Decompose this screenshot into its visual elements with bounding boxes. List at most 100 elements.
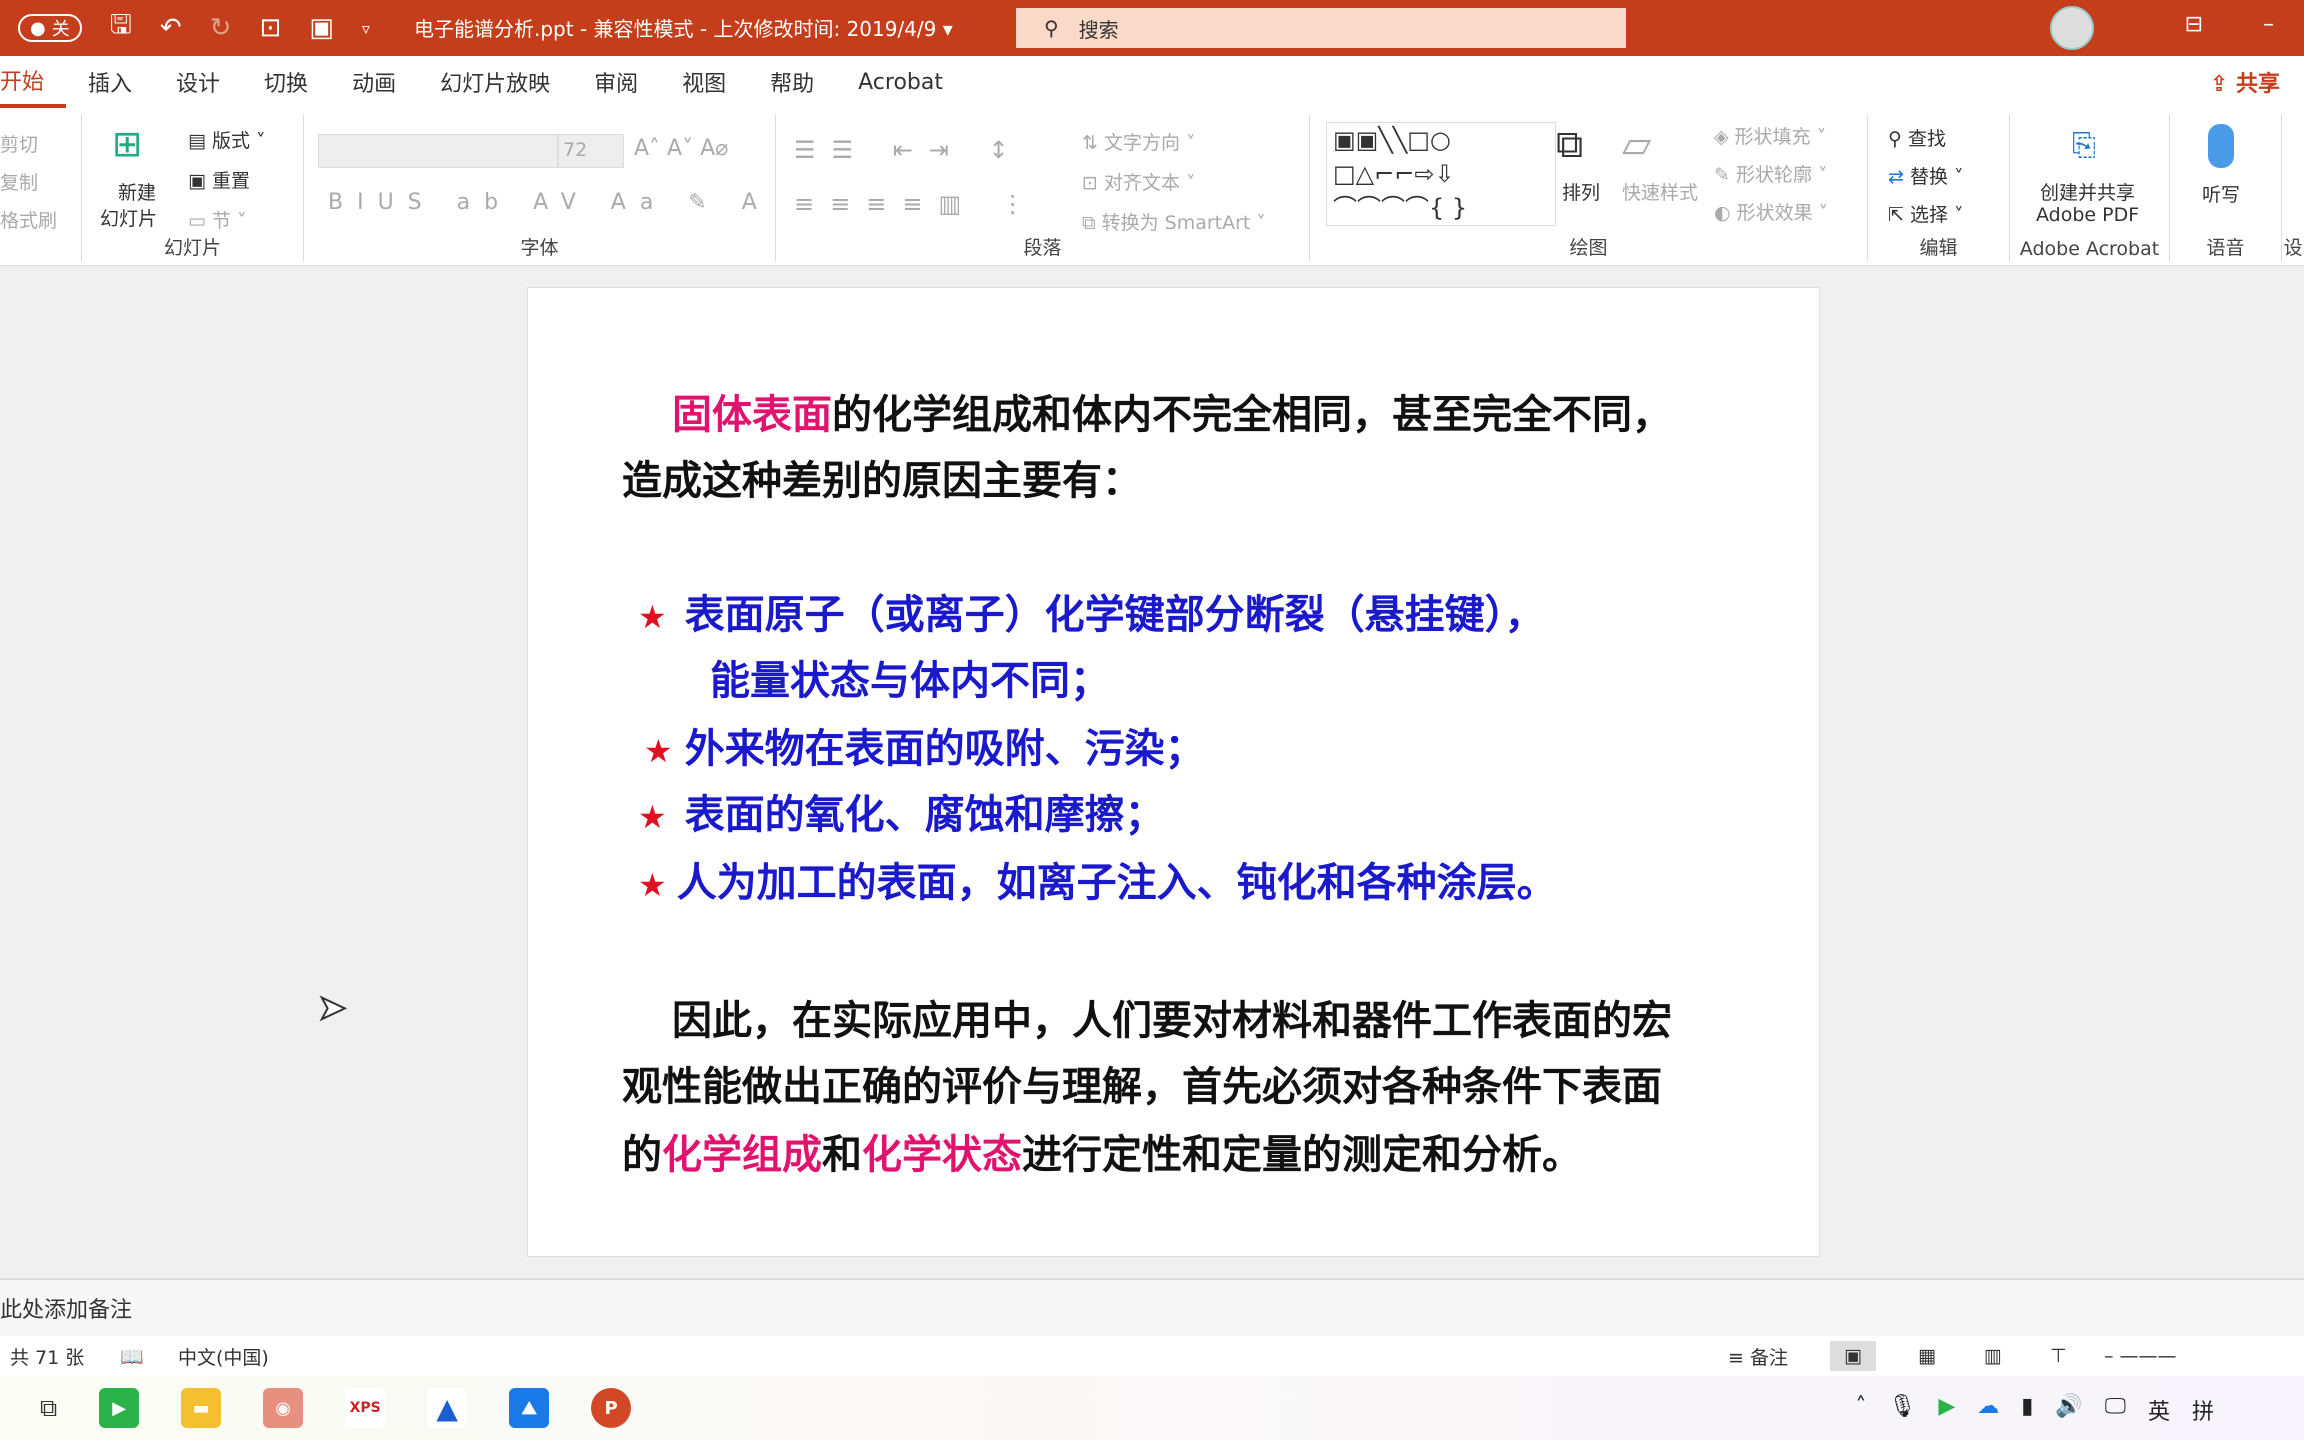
network-icon[interactable]: 🖵 — [2105, 1394, 2126, 1426]
tab-transitions[interactable]: 切换 — [242, 56, 330, 108]
bullet-text: 表面原子（或离子）化学键部分断裂（悬挂键）， — [684, 592, 1545, 638]
tab-review[interactable]: 审阅 — [572, 56, 660, 108]
arrange-button[interactable]: 排列 — [1562, 178, 1600, 205]
status-bar: 张，共 71 张 📖 中文(中国) ≡ 备注 ▣ ▦ ▥ ⊤ – ——— — [0, 1336, 2304, 1376]
photos-icon[interactable]: ⛰ — [509, 1388, 550, 1428]
ribbon: 剪切 复制 格式刷 ⊞ 新建 幻灯片 ▤ 版式 ˅ ▣ 重置 ▭ 节 ˅ 幻灯片… — [0, 108, 2304, 266]
avatar[interactable] — [2050, 6, 2094, 50]
volume-icon[interactable]: 🔊 — [2055, 1394, 2082, 1426]
task-view-icon[interactable]: ⧉ — [40, 1394, 57, 1422]
ime-language[interactable]: 英 — [2148, 1394, 2170, 1426]
star-icon: ★ — [638, 798, 667, 836]
new-slide-icon: ⊞ — [112, 124, 143, 165]
new-slide-label[interactable]: 新建 — [118, 178, 156, 205]
save-icon[interactable]: 🖫 — [110, 6, 132, 50]
align-icons[interactable]: ≡≡≡≡▥ ⋮ — [794, 190, 1041, 218]
reading-view-icon[interactable]: ▥ — [1984, 1345, 2002, 1367]
microphone-tray-icon[interactable]: 🎙 — [1888, 1394, 1916, 1426]
tab-design[interactable]: 设计 — [154, 56, 242, 108]
undo-icon[interactable]: ↶ — [160, 13, 182, 43]
section-button[interactable]: ▭ 节 ˅ — [188, 206, 247, 233]
language[interactable]: 中文(中国) — [178, 1343, 269, 1370]
list-icons[interactable]: ☰☰ ⇤⇥ ↕ — [794, 136, 1025, 164]
tab-help[interactable]: 帮助 — [748, 56, 836, 108]
bullet-text: 外来物在表面的吸附、污染； — [684, 726, 1205, 772]
highlight-state: 化学状态 — [862, 1132, 1022, 1178]
app-triangle-icon[interactable]: ▲ — [427, 1388, 468, 1428]
powerpoint-icon[interactable]: P — [591, 1388, 632, 1428]
file-explorer-icon[interactable]: ▬ — [181, 1388, 222, 1428]
font-format-icons[interactable]: BIUS ab AV Aa ✎ A — [328, 190, 771, 215]
present-icon[interactable]: ⊡ — [259, 13, 281, 43]
copy-button[interactable]: 复制 — [0, 168, 38, 195]
replace-button[interactable]: ⇄ 替换 ˅ — [1888, 162, 1964, 189]
slideshow-icon[interactable]: ⊤ — [2050, 1345, 2067, 1367]
taskbar: ⧉ ▶ ▬ ◉ XPS ▲ ⛰ P ˄ 🎙 ▶ ☁ ▮ 🔊 🖵 英 拼 — [0, 1376, 2304, 1440]
paragraph-group: ☰☰ ⇤⇥ ↕ ≡≡≡≡▥ ⋮ ⇅ 文字方向 ˅ ⊡ 对齐文本 ˅ ⧉ 转换为 … — [776, 114, 1310, 262]
align-text-button[interactable]: ⊡ 对齐文本 ˅ — [1082, 168, 1196, 195]
paragraph-1-line-1: 固体表面的化学组成和体内不完全相同，甚至完全不同， — [672, 382, 1672, 440]
autosave-toggle[interactable]: ● 关 — [18, 14, 82, 42]
drawing-group: ▣▣╲╲□○ □△⌐⌐⇨⇩ ⌒⌒⌒⌒{ } ⧉ 排列 ▱ 快速样式 ◈ 形状填充… — [1310, 114, 1868, 262]
star-icon: ★ — [638, 866, 667, 904]
tab-home[interactable]: 开始 — [0, 56, 67, 108]
create-share-label[interactable]: 创建并共享 — [2040, 178, 2135, 205]
textbox-icon[interactable]: ▣ — [309, 13, 334, 43]
create-pdf-icon: ⎘ — [2072, 128, 2096, 163]
share-button[interactable]: ⇪ 共享 — [2210, 66, 2280, 98]
tab-slideshow[interactable]: 幻灯片放映 — [418, 56, 572, 108]
text-direction-button[interactable]: ⇅ 文字方向 ˅ — [1082, 128, 1196, 155]
battery-icon[interactable]: ▮ — [2021, 1394, 2033, 1426]
new-slide-label2[interactable]: 幻灯片 — [100, 204, 157, 231]
tab-animations[interactable]: 动画 — [330, 56, 418, 108]
slide-sorter-icon[interactable]: ▦ — [1918, 1345, 1936, 1367]
tab-view[interactable]: 视图 — [660, 56, 748, 108]
shapes-gallery[interactable]: ▣▣╲╲□○ □△⌐⌐⇨⇩ ⌒⌒⌒⌒{ } — [1326, 122, 1556, 226]
smartart-button[interactable]: ⧉ 转换为 SmartArt ˅ — [1082, 208, 1266, 235]
ime-mode[interactable]: 拼 — [2192, 1394, 2214, 1426]
pdf-app-icon[interactable]: ◉ — [263, 1388, 304, 1428]
quick-styles-button[interactable]: 快速样式 — [1622, 178, 1698, 205]
bullet-3: ★ 表面的氧化、腐蚀和摩擦； — [638, 782, 1165, 840]
adobe-pdf-label[interactable]: Adobe PDF — [2036, 204, 2139, 226]
text: 的化学组成和体内不完全相同，甚至完全不同， — [832, 392, 1672, 438]
dictate-button[interactable]: 听写 — [2202, 180, 2240, 207]
customize-icon[interactable]: ▿ — [362, 19, 370, 38]
share-label: 共享 — [2235, 72, 2280, 97]
search-box[interactable]: ⚲ 搜索 — [1016, 8, 1626, 48]
xps-viewer-icon[interactable]: XPS — [345, 1388, 386, 1428]
voice-group-label: 语音 — [2206, 237, 2245, 259]
ribbon-display-icon[interactable]: ⊟ — [2185, 12, 2203, 37]
spellcheck-icon[interactable]: 📖 — [120, 1345, 144, 1368]
select-button[interactable]: ⇱ 选择 ˅ — [1888, 200, 1964, 227]
onedrive-icon[interactable]: ☁ — [1977, 1394, 1999, 1426]
shape-fill-button[interactable]: ◈ 形状填充 ˅ — [1714, 122, 1826, 149]
video-app-icon[interactable]: ▶ — [99, 1388, 140, 1428]
font-name-input[interactable] — [318, 134, 558, 168]
font-size-tools-icon[interactable]: A˄ A˅ A⌀ — [634, 136, 728, 161]
zoom-slider[interactable]: – ——— — [2104, 1345, 2177, 1367]
minimize-icon[interactable]: – — [2263, 12, 2274, 37]
reset-button[interactable]: ▣ 重置 — [188, 166, 250, 193]
video-tray-icon[interactable]: ▶ — [1938, 1394, 1955, 1426]
normal-view-icon[interactable]: ▣ — [1830, 1341, 1876, 1371]
notes-pane[interactable]: 单击此处添加备注 — [0, 1278, 2304, 1336]
format-painter-button[interactable]: 格式刷 — [0, 206, 57, 233]
layout-button[interactable]: ▤ 版式 ˅ — [188, 126, 266, 153]
notes-button[interactable]: ≡ 备注 — [1728, 1343, 1788, 1370]
chevron-up-icon[interactable]: ˄ — [1855, 1394, 1866, 1426]
cut-button[interactable]: 剪切 — [0, 130, 38, 157]
redo-icon[interactable]: ↻ — [210, 13, 232, 43]
notes-button-label: 备注 — [1749, 1346, 1788, 1369]
find-button[interactable]: ⚲ 查找 — [1888, 124, 1946, 151]
tab-acrobat[interactable]: Acrobat — [836, 56, 965, 108]
slide[interactable]: 固体表面的化学组成和体内不完全相同，甚至完全不同， 造成这种差别的原因主要有： … — [527, 287, 1820, 1257]
shape-effects-button[interactable]: ◐ 形状效果 ˅ — [1714, 198, 1828, 225]
shape-outline-button[interactable]: ✎ 形状轮廓 ˅ — [1714, 160, 1828, 187]
drawing-group-label: 绘图 — [1569, 237, 1608, 259]
voice-group: 听写 语音 — [2170, 114, 2282, 262]
shape-fill-label: 形状填充 — [1734, 126, 1811, 148]
tab-insert[interactable]: 插入 — [66, 56, 154, 108]
font-size-input[interactable]: 72 — [558, 134, 624, 168]
document-title[interactable]: 电子能谱分析.ppt - 兼容性模式 - 上次修改时间: 2019/4/9 ▾ — [414, 13, 953, 42]
